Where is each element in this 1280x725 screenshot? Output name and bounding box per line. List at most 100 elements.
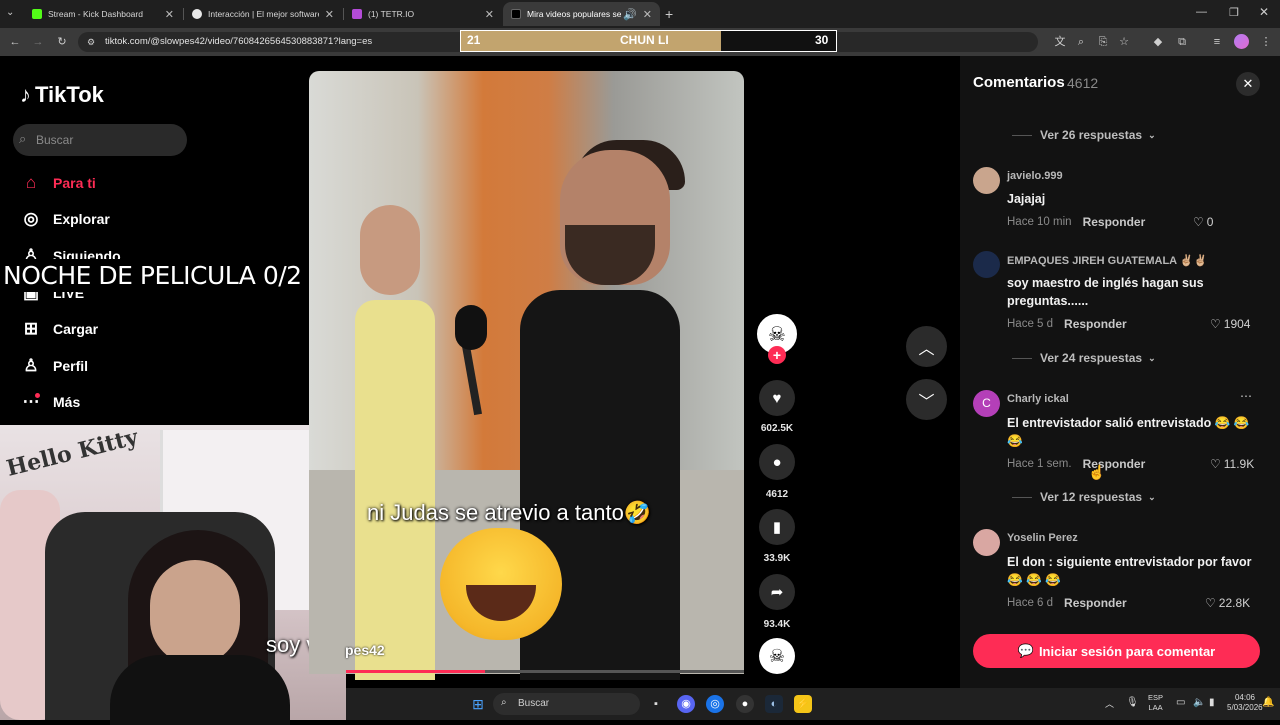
comment-meta: Hace 10 min Responder: [1007, 215, 1146, 229]
close-tab-icon[interactable]: ✕: [485, 8, 494, 21]
extensions-icon[interactable]: ⧉: [1174, 34, 1190, 50]
comment-button[interactable]: ●: [759, 444, 795, 480]
comment-text: El entrevistador salió entrevistado 😂 😂 …: [1007, 416, 1250, 448]
comment-username[interactable]: Charly ickal: [1007, 393, 1069, 405]
taskbar-search-placeholder: Buscar: [518, 698, 550, 709]
reply-button[interactable]: Responder: [1083, 215, 1146, 229]
login-to-comment-button[interactable]: 💬 Iniciar sesión para comentar: [973, 634, 1260, 668]
minimize-icon[interactable]: —: [1196, 6, 1207, 18]
zoom-icon[interactable]: ⌕: [1073, 34, 1089, 50]
install-app-icon[interactable]: ⎘: [1095, 34, 1111, 50]
follow-plus-icon[interactable]: +: [768, 346, 786, 364]
save-button[interactable]: ▮: [759, 509, 795, 545]
chrome-icon[interactable]: ◎: [706, 695, 724, 713]
back-icon[interactable]: ←: [7, 34, 23, 50]
heart-outline-icon: ♡: [1205, 596, 1216, 610]
windows-start-icon[interactable]: ⊞: [469, 695, 487, 713]
comment-like[interactable]: ♡ 22.8K: [1205, 596, 1250, 610]
avatar[interactable]: [973, 529, 1000, 556]
heart-outline-icon: ♡: [1210, 457, 1221, 471]
close-tab-icon[interactable]: ✕: [165, 8, 174, 21]
discord-icon[interactable]: ◉: [677, 695, 695, 713]
previous-video-button[interactable]: ︿: [906, 326, 947, 367]
close-tab-icon[interactable]: ✕: [643, 8, 652, 21]
tiktok-logo[interactable]: ♪ TikTok: [20, 82, 104, 108]
music-disc-avatar[interactable]: ☠: [759, 638, 795, 674]
nav-item-para-ti[interactable]: ⌂ Para ti: [20, 171, 96, 195]
nav-item-cargar[interactable]: ⊞ Cargar: [20, 317, 98, 341]
avatar[interactable]: [973, 167, 1000, 194]
video-username[interactable]: pes42: [345, 642, 385, 658]
chevron-up-icon: ︿: [918, 340, 935, 358]
restore-icon[interactable]: ❐: [1229, 6, 1239, 19]
chevron-down-icon: ﹀: [918, 393, 935, 411]
comment-username[interactable]: Yoselin Perez: [1007, 532, 1078, 544]
profile-avatar[interactable]: [1234, 34, 1249, 49]
avatar[interactable]: C: [973, 390, 1000, 417]
heart-outline-icon: ♡: [1210, 317, 1221, 331]
network-icon[interactable]: ▭: [1176, 697, 1185, 708]
nav-item-mas[interactable]: ⋯ Más: [20, 390, 81, 414]
new-tab-icon[interactable]: +: [665, 6, 673, 22]
tab-interaccion[interactable]: Interacción | El mejor software ✕: [184, 2, 342, 26]
forward-icon[interactable]: →: [30, 34, 46, 50]
more-options-icon[interactable]: ⋯: [1240, 389, 1252, 403]
bookmark-star-icon[interactable]: ☆: [1116, 34, 1132, 50]
comment-like[interactable]: ♡ 1904: [1210, 317, 1250, 331]
microphone-icon[interactable]: 🎙: [1126, 697, 1139, 708]
comments-count: 4612: [1067, 75, 1099, 91]
comment-username[interactable]: javielo.999: [1007, 170, 1063, 182]
audio-icon[interactable]: 🔊: [623, 8, 637, 21]
steam-icon[interactable]: ◐: [765, 695, 783, 713]
save-count: 33.9K: [763, 553, 791, 564]
reply-button[interactable]: Responder: [1064, 596, 1127, 610]
chevron-down-icon: ⌄: [1148, 491, 1156, 502]
tab-tetrio[interactable]: (1) TETR.IO ✕: [344, 2, 502, 26]
menu-kebab-icon[interactable]: ⋮: [1258, 34, 1274, 50]
comment-meta: Hace 1 sem. Responder: [1007, 457, 1146, 471]
like-button[interactable]: ♥: [759, 380, 795, 416]
notification-bell-icon[interactable]: 🔔: [1262, 697, 1274, 708]
compass-icon: ◎: [23, 209, 39, 228]
comment-like[interactable]: ♡ 0: [1193, 215, 1213, 229]
view-replies-button[interactable]: Ver 26 respuestas ⌄: [1012, 127, 1156, 143]
close-icon: ✕: [1242, 76, 1254, 91]
task-view-icon[interactable]: ▪: [647, 695, 665, 713]
site-info-icon[interactable]: ⚙: [83, 34, 99, 50]
nav-item-perfil[interactable]: ♙ Perfil: [20, 354, 88, 378]
avatar[interactable]: [973, 251, 1000, 278]
url-text[interactable]: tiktok.com/@slowpes42/video/760842656453…: [105, 36, 372, 47]
close-comments-button[interactable]: ✕: [1236, 72, 1260, 96]
system-clock[interactable]: 04:06 5/03/2026: [1227, 693, 1263, 713]
window-close-icon[interactable]: ✕: [1259, 5, 1269, 19]
view-replies-button[interactable]: Ver 24 respuestas ⌄: [1012, 350, 1156, 366]
reading-list-icon[interactable]: ≡: [1209, 34, 1225, 50]
language-indicator[interactable]: ESP LAA: [1148, 693, 1163, 713]
score-center-label: CHUN LI: [620, 33, 669, 47]
app-icon[interactable]: ⚡: [794, 695, 812, 713]
translate-icon[interactable]: 文: [1052, 34, 1068, 50]
taskbar-search-input[interactable]: [493, 693, 640, 715]
tab-tiktok[interactable]: Mira videos populares selec 🔊 ✕: [503, 2, 660, 26]
comment-bubble-icon: ●: [772, 453, 782, 471]
volume-icon[interactable]: 🔈: [1193, 697, 1205, 708]
nav-item-explorar[interactable]: ◎ Explorar: [20, 207, 110, 231]
reload-icon[interactable]: ↻: [54, 34, 70, 50]
mouse-cursor-icon: ☝: [1088, 464, 1106, 480]
comment-like[interactable]: ♡ 11.9K: [1210, 457, 1254, 471]
comment-bubble-icon: 💬: [1017, 643, 1034, 658]
share-button[interactable]: ➦: [759, 574, 795, 610]
reply-button[interactable]: Responder: [1064, 317, 1127, 331]
tab-kick[interactable]: Stream - Kick Dashboard ✕: [24, 2, 182, 26]
tray-chevron-icon[interactable]: ︿: [1105, 697, 1114, 710]
obs-icon[interactable]: ●: [736, 695, 754, 713]
next-video-button[interactable]: ﹀: [906, 379, 947, 420]
view-replies-button[interactable]: Ver 12 respuestas ⌄: [1012, 489, 1156, 505]
chevron-down-icon: ⌄: [1148, 129, 1156, 140]
battery-icon[interactable]: ▮: [1209, 697, 1215, 708]
comment-username[interactable]: EMPAQUES JIREH GUATEMALA ✌🏼✌🏼: [1007, 254, 1207, 267]
extension-diamond-icon[interactable]: ◆: [1150, 34, 1166, 50]
comments-title: Comentarios: [973, 74, 1065, 91]
tab-search-icon[interactable]: ⌄: [6, 7, 14, 18]
close-tab-icon[interactable]: ✕: [325, 8, 334, 21]
